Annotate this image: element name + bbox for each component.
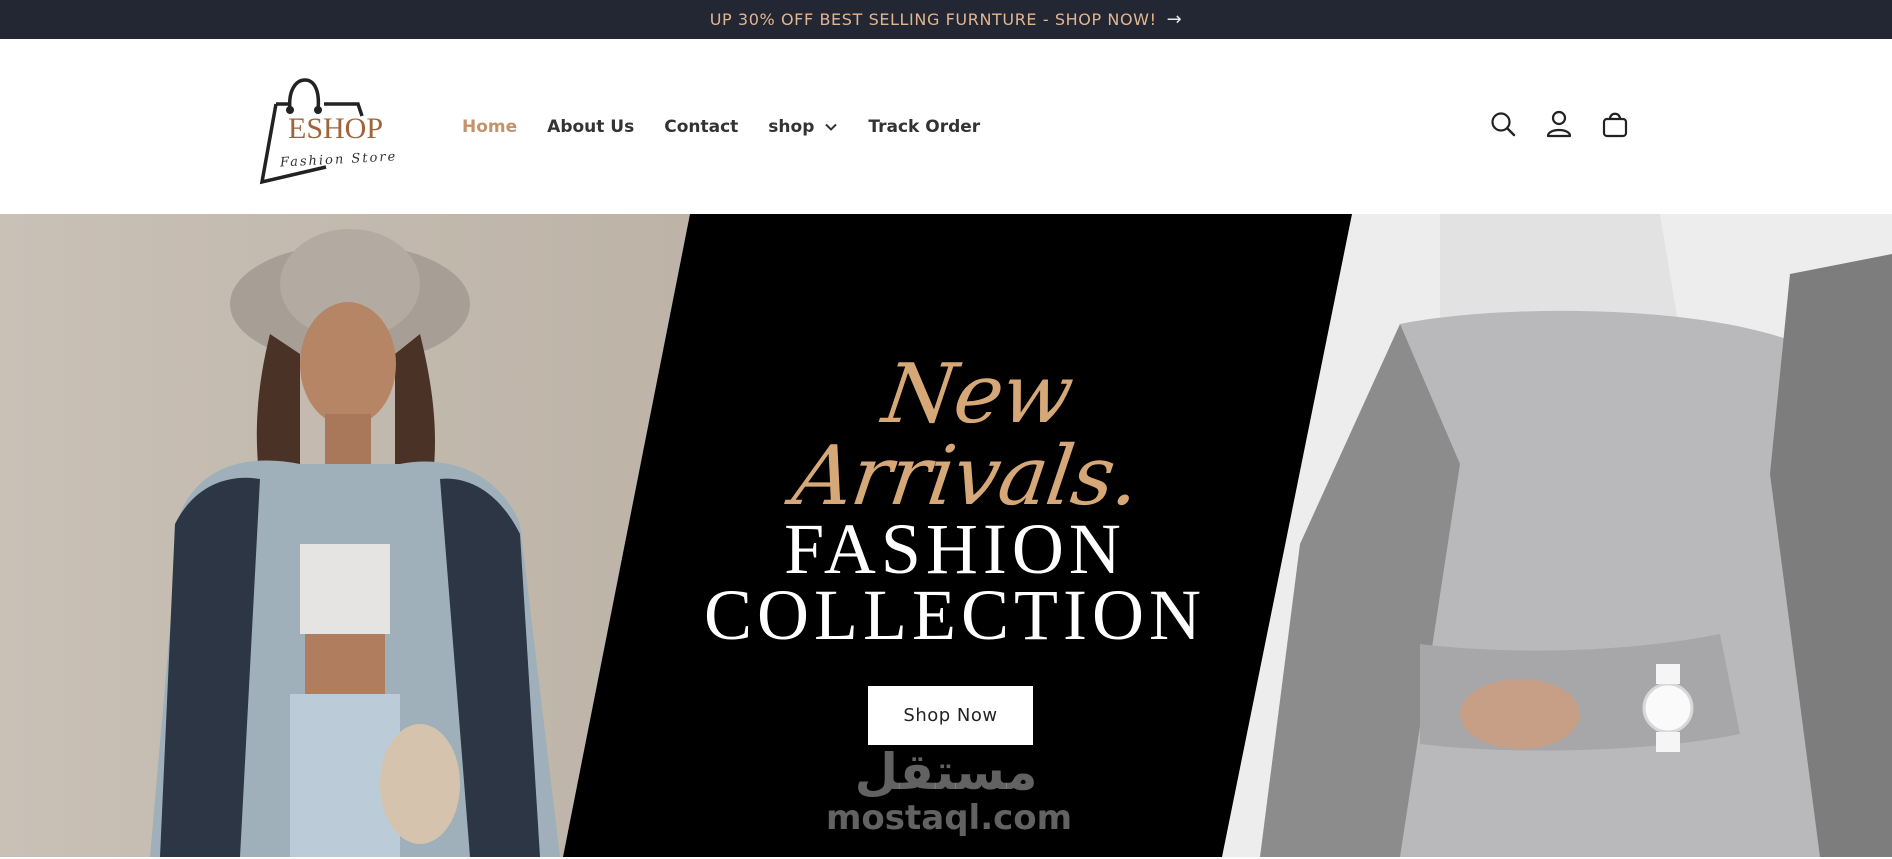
hero-banner: New Arrivals. FASHION COLLECTION Shop No… bbox=[0, 214, 1892, 857]
nav-home[interactable]: Home bbox=[462, 117, 517, 137]
announcement-text: UP 30% OFF BEST SELLING FURNTURE - SHOP … bbox=[709, 10, 1157, 29]
watermark: مستقل mostaql.com bbox=[826, 743, 1073, 838]
svg-text:ESHOP: ESHOP bbox=[288, 112, 383, 145]
hero-title-line1: FASHION bbox=[784, 509, 1126, 589]
search-icon[interactable] bbox=[1490, 109, 1516, 139]
nav-home-label: Home bbox=[462, 116, 518, 137]
watermark-arabic: مستقل bbox=[854, 743, 1038, 801]
announcement-bar: UP 30% OFF BEST SELLING FURNTURE - SHOP … bbox=[0, 0, 1892, 39]
nav-contact-label: Contact bbox=[664, 116, 739, 137]
logo[interactable]: ESHOP Fashion Store bbox=[258, 72, 408, 187]
watermark-latin: mostaql.com bbox=[826, 798, 1073, 838]
account-icon[interactable] bbox=[1546, 109, 1572, 139]
cart-icon[interactable] bbox=[1602, 109, 1628, 139]
nav-contact[interactable]: Contact bbox=[664, 117, 738, 137]
shop-now-button[interactable]: Shop Now bbox=[868, 686, 1033, 745]
nav-about[interactable]: About Us bbox=[547, 117, 634, 137]
nav-track-order-label: Track Order bbox=[868, 116, 981, 137]
arrow-right-icon[interactable]: → bbox=[1167, 9, 1183, 30]
header-icons bbox=[1490, 109, 1628, 139]
chevron-down-icon bbox=[825, 123, 838, 131]
shopping-bag-logo-icon: ESHOP Fashion Store bbox=[259, 78, 398, 185]
nav-about-label: About Us bbox=[547, 116, 635, 137]
nav-track-order[interactable]: Track Order bbox=[868, 117, 980, 137]
main-nav: Home About Us Contact shop Track Order bbox=[462, 39, 980, 214]
announcement-link[interactable]: UP 30% OFF BEST SELLING FURNTURE - SHOP … bbox=[710, 10, 1157, 29]
nav-shop-dropdown[interactable]: shop bbox=[768, 117, 838, 137]
hero-tagline: New Arrivals. bbox=[787, 347, 1146, 524]
site-header: ESHOP Fashion Store Home About Us Contac… bbox=[0, 39, 1892, 214]
nav-shop-label: shop bbox=[768, 116, 815, 137]
hero-title-line2: COLLECTION bbox=[704, 575, 1206, 655]
svg-text:Fashion Store: Fashion Store bbox=[279, 149, 398, 170]
hero-title: FASHION COLLECTION bbox=[700, 509, 1210, 655]
